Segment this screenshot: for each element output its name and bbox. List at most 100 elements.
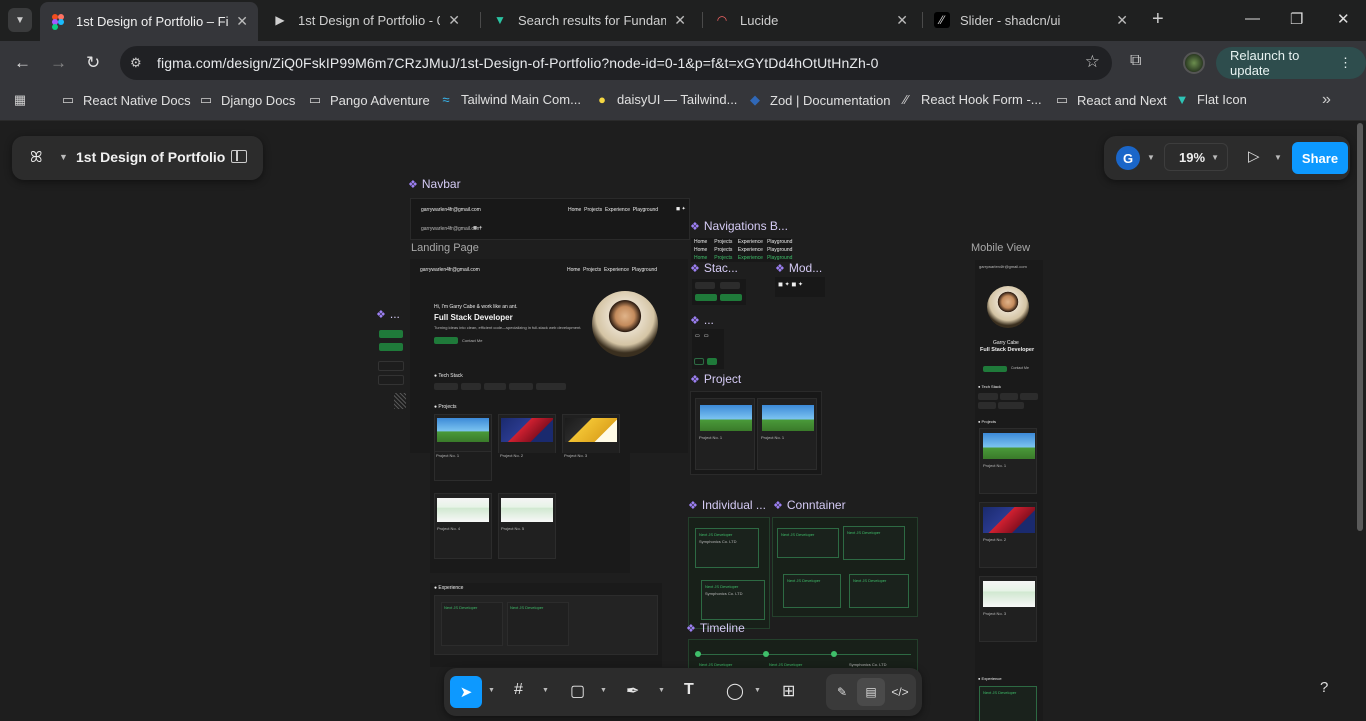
bookmark-star-icon[interactable]: ☆ (1085, 52, 1100, 72)
tab-lucide[interactable]: ◠ Lucide ✕ (704, 4, 918, 36)
rectangle-tool-icon[interactable]: ▢ (570, 681, 585, 701)
stack-component[interactable] (692, 279, 746, 305)
avatar[interactable]: G (1116, 146, 1140, 170)
zoom-control[interactable]: 19% ▼ (1164, 143, 1228, 171)
button-variant[interactable] (378, 361, 404, 371)
folder-icon: ▭ (199, 92, 213, 107)
component-label-navbar[interactable]: ❖ Navbar (408, 177, 461, 191)
reload-icon[interactable]: ↻ (86, 53, 100, 73)
chevron-down-icon[interactable]: ▼ (488, 687, 495, 694)
flaticon-icon: ▼ (1175, 92, 1189, 107)
component-label-modal[interactable]: ❖ Mod... (775, 261, 822, 275)
frame-label-landing[interactable]: Landing Page (411, 242, 479, 254)
button-variant[interactable] (379, 343, 403, 351)
component-label-dots[interactable]: ❖... (376, 307, 400, 321)
apps-icon[interactable]: ▦ (12, 92, 35, 108)
tab-video[interactable]: ▶ 1st Design of Portfolio - 01. ✕ (262, 4, 470, 36)
close-icon[interactable]: ✕ (448, 12, 460, 29)
component-label-dots-2[interactable]: ❖... (690, 313, 714, 327)
close-icon[interactable]: ✕ (1116, 12, 1128, 29)
chevron-down-icon[interactable]: ▼ (1274, 153, 1282, 162)
draw-mode-icon[interactable]: ✎ (828, 678, 856, 706)
forward-icon[interactable]: → (50, 53, 67, 73)
icon-button-component[interactable]: ▭ ▭ (692, 329, 724, 369)
landing-page-experience[interactable]: ● Experience Next JS Developer Next JS D… (430, 583, 662, 667)
move-tool-button[interactable]: ➤ (450, 676, 482, 708)
window-close-button[interactable]: ✕ (1337, 10, 1350, 28)
frame-label-mobile[interactable]: Mobile View (971, 242, 1030, 254)
individual-component[interactable]: Next JS Developer Symphonics Co. LTD Next… (688, 517, 770, 629)
chevron-down-icon[interactable]: ▼ (59, 152, 68, 162)
nav-buttons-component[interactable]: Home Projects Experience Playground Home… (691, 238, 792, 262)
more-bookmarks-icon[interactable]: » (1322, 91, 1331, 109)
bookmark-daisyui[interactable]: ● daisyUI — Tailwind... (594, 92, 737, 107)
file-name[interactable]: 1st Design of Portfolio (76, 149, 225, 165)
mobile-view-frame[interactable]: garrywarlen4fr@gmail.com Garry Cabe Full… (975, 260, 1043, 721)
share-button[interactable]: Share (1292, 142, 1348, 174)
bookmark-react-native[interactable]: ▭ React Native Docs (60, 92, 191, 108)
tab-title: Lucide (740, 12, 779, 28)
file-panel: ꕤ ▼ 1st Design of Portfolio (12, 136, 263, 180)
text-tool-icon[interactable]: T (684, 681, 694, 699)
url-text[interactable]: figma.com/design/ZiQ0FskIP99M6m7CRzJMuJ/… (157, 55, 879, 71)
chevron-down-icon[interactable]: ▼ (1147, 153, 1155, 162)
button-variant[interactable] (378, 375, 404, 385)
chevron-down-icon[interactable]: ▼ (658, 687, 665, 694)
chevron-down-icon[interactable]: ▼ (542, 687, 549, 694)
actions-grid-icon[interactable]: ⊞ (782, 681, 795, 701)
tab-search[interactable]: ▼ Search results for Fundamentals ✕ (482, 4, 696, 36)
back-icon[interactable]: ← (14, 53, 31, 73)
landing-page-projects-continued[interactable]: Project No. 1 Project No. 2 Project No. … (430, 451, 630, 573)
component-label-nav-buttons[interactable]: ❖ Navigations B... (690, 219, 788, 233)
relaunch-button[interactable]: Relaunch to update ⋮ (1216, 47, 1366, 79)
canvas-scrollbar[interactable] (1357, 123, 1363, 531)
project-component[interactable]: Project No. 1 Project No. 1 (690, 391, 822, 475)
close-icon[interactable]: ✕ (674, 12, 686, 29)
pattern-swatch[interactable] (394, 393, 406, 409)
component-label-container[interactable]: ❖ Conntainer (773, 498, 846, 512)
design-mode-icon[interactable]: ▤ (857, 678, 885, 706)
profile-avatar[interactable] (1183, 52, 1205, 74)
modal-component[interactable]: ◼ ✦ ◼ ✦ (775, 277, 825, 297)
component-label-individual[interactable]: ❖ Individual ... (688, 498, 766, 512)
close-icon[interactable]: ✕ (236, 13, 248, 30)
figma-canvas[interactable]: ꕤ ▼ 1st Design of Portfolio G ▼ 19% ▼ ▷ … (0, 121, 1366, 721)
bookmark-react-hook-form[interactable]: ⁄⁄ React Hook Form -... (898, 92, 1042, 107)
bookmark-tailwind[interactable]: ≈ Tailwind Main Com... (438, 92, 581, 107)
tab-search-button[interactable]: ▼ (8, 8, 32, 32)
address-bar[interactable]: ⚙ figma.com/design/ZiQ0FskIP99M6m7CRzJMu… (120, 46, 1112, 80)
landing-page-frame[interactable]: garrywarlen4fr@gmail.com Home Projects E… (410, 259, 688, 454)
container-component[interactable]: Next JS Developer Next JS Developer Next… (772, 517, 918, 617)
new-tab-button[interactable]: + (1152, 8, 1164, 31)
close-icon[interactable]: ✕ (896, 12, 908, 29)
bookmark-react-next[interactable]: ▭ React and Next (1054, 92, 1167, 108)
component-label-project[interactable]: ❖ Project (690, 372, 741, 386)
button-variant[interactable] (379, 330, 403, 338)
figma-menu-icon[interactable]: ꕤ (30, 149, 42, 166)
frame-tool-icon[interactable]: # (514, 681, 523, 699)
present-icon[interactable]: ▷ (1248, 147, 1260, 165)
extensions-icon[interactable]: ⧉ (1130, 52, 1141, 70)
tab-title: Search results for Fundamentals (518, 12, 667, 28)
chevron-down-icon[interactable]: ▼ (754, 687, 761, 694)
pen-tool-icon[interactable]: ✒ (626, 681, 639, 701)
bookmark-django[interactable]: ▭ Django Docs (198, 92, 296, 108)
bookmark-pango[interactable]: ▭ Pango Adventure (307, 92, 430, 108)
bookmark-zod[interactable]: ◆ Zod | Documentation (747, 92, 890, 108)
chevron-down-icon[interactable]: ▼ (600, 687, 607, 694)
tab-figma[interactable]: 1st Design of Portfolio – Figma ✕ (40, 2, 258, 41)
minimize-button[interactable]: — (1245, 10, 1260, 27)
help-icon[interactable]: ? (1320, 679, 1328, 696)
dev-mode-icon[interactable]: </> (886, 678, 914, 706)
browser-toolbar: ← → ↻ ⚙ figma.com/design/ZiQ0FskIP99M6m7… (0, 41, 1366, 85)
site-info-icon[interactable]: ⚙ (130, 55, 142, 71)
sidebar-toggle-icon[interactable] (231, 150, 247, 163)
bookmarks-bar: ▦ ▭ React Native Docs ▭ Django Docs ▭ Pango… (0, 85, 1366, 121)
bookmark-flaticon[interactable]: ▼ Flat Icon (1174, 92, 1247, 107)
component-label-stack[interactable]: ❖ Stac... (690, 261, 738, 275)
restore-button[interactable]: ❐ (1290, 10, 1303, 28)
component-label-timeline[interactable]: ❖ Timeline (686, 621, 745, 635)
tab-shadcn[interactable]: ⁄⁄ Slider - shadcn/ui ✕ (924, 4, 1138, 36)
navbar-component[interactable]: garrywarlen4fr@gmail.com Home Projects E… (410, 198, 690, 240)
comment-tool-icon[interactable]: ◯ (726, 681, 744, 701)
